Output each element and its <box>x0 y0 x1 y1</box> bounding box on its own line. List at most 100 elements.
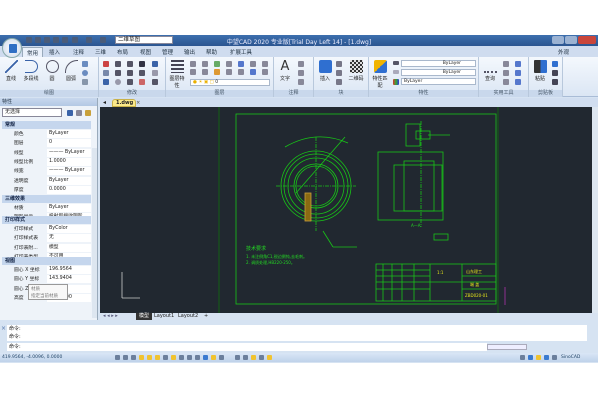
workspace-icon[interactable] <box>211 355 216 360</box>
layer-tool-icon[interactable] <box>190 61 196 67</box>
polar-icon[interactable] <box>139 355 144 360</box>
util-icon[interactable] <box>515 70 521 76</box>
util-icon[interactable] <box>515 61 521 67</box>
comm-icon[interactable] <box>544 355 549 360</box>
block-attr-icon[interactable] <box>336 79 342 85</box>
lock-icon[interactable] <box>528 355 533 360</box>
property-value[interactable]: 模型 <box>47 243 91 252</box>
document-tab[interactable]: 1.dwg × <box>112 99 140 107</box>
layer-tool-icon[interactable] <box>262 61 268 67</box>
erase-icon[interactable] <box>103 61 109 67</box>
section-general[interactable]: 常规 <box>2 121 91 129</box>
quick-select-icon[interactable] <box>85 110 91 116</box>
layer-tool-icon[interactable] <box>202 61 208 67</box>
insert-block-button[interactable]: 插入 <box>316 60 334 82</box>
tab-scroll-left-icon[interactable]: ◂ <box>103 99 106 106</box>
select-objects-icon[interactable] <box>76 110 82 116</box>
paste-button[interactable]: 粘贴 <box>531 60 549 82</box>
property-row[interactable]: 颜色 ByLayer <box>2 130 91 139</box>
property-value[interactable]: ——— ByLayer <box>47 167 91 176</box>
property-value[interactable]: ByLayer <box>47 176 91 185</box>
properties-scrollbar[interactable] <box>92 148 97 318</box>
annotation-scale-icon[interactable] <box>219 355 224 360</box>
lock-ui-icon[interactable] <box>251 355 256 360</box>
layer-tool-icon[interactable] <box>262 69 268 75</box>
copy-icon[interactable] <box>552 79 558 85</box>
linetype-select[interactable]: ByLayer <box>401 60 476 67</box>
layer-tool-icon[interactable] <box>190 69 196 75</box>
layer-select[interactable]: ● ☀ ▣ □ 0 <box>190 79 270 86</box>
polyline-button[interactable]: 多段线 <box>22 60 40 82</box>
color-select[interactable]: ByLayer <box>401 78 476 85</box>
scale-icon[interactable] <box>127 70 133 76</box>
property-value[interactable]: ByColor <box>47 225 91 233</box>
settings-icon[interactable] <box>100 37 106 43</box>
property-row[interactable]: 线型 ——— ByLayer <box>2 148 91 158</box>
property-row[interactable]: 厚度 0.0000 <box>2 185 91 195</box>
property-row[interactable]: 打印样式表 无 <box>2 234 91 243</box>
property-value[interactable]: 143.9404 <box>47 275 91 284</box>
tpy-icon[interactable] <box>179 355 184 360</box>
layer-tool-icon[interactable] <box>214 61 220 67</box>
section-three-d[interactable]: 三维效果 <box>2 195 91 203</box>
property-row[interactable]: 图层 0 <box>2 139 91 148</box>
minimize-button[interactable] <box>552 36 564 44</box>
rectangle-icon[interactable] <box>82 79 88 85</box>
property-value[interactable]: ——— ByLayer <box>47 148 91 157</box>
util-icon[interactable] <box>503 61 509 67</box>
undo-icon[interactable] <box>72 37 78 43</box>
snap-icon[interactable] <box>115 355 120 360</box>
tab-layout1[interactable]: Layout1 <box>154 313 174 320</box>
otrack-icon[interactable] <box>155 355 160 360</box>
command-input[interactable]: 命令: <box>7 343 487 351</box>
fillet-icon[interactable] <box>139 70 145 76</box>
tab-manage[interactable]: 管理 <box>162 48 173 56</box>
property-row[interactable]: 线型比例 1.0000 <box>2 157 91 167</box>
property-row[interactable]: 圆心 X 坐标 196.9564 <box>2 266 91 275</box>
sc-icon[interactable] <box>195 355 200 360</box>
app-menu-button[interactable] <box>2 38 22 58</box>
layer-tool-icon[interactable] <box>226 61 232 67</box>
array-icon[interactable] <box>139 61 145 67</box>
layer-tool-icon[interactable] <box>226 69 232 75</box>
measure-button[interactable]: 查询 <box>481 60 499 82</box>
settings-icon[interactable] <box>520 355 525 360</box>
close-command-icon[interactable]: × <box>1 325 6 332</box>
offset-icon[interactable] <box>115 70 121 76</box>
property-row[interactable]: 打印样式 ByColor <box>2 225 91 234</box>
explode-icon[interactable] <box>152 79 158 85</box>
util-icon[interactable] <box>503 79 509 85</box>
property-row[interactable]: 打印表附... 模型 <box>2 243 91 253</box>
property-row[interactable]: 线宽 ——— ByLayer <box>2 167 91 176</box>
layer-tool-icon[interactable] <box>238 69 244 75</box>
cut-icon[interactable] <box>552 70 558 76</box>
property-row[interactable]: 圆心 Y 坐标 143.9404 <box>2 275 91 284</box>
layer-tool-icon[interactable] <box>214 69 220 75</box>
tab-model[interactable]: 模型 <box>136 313 153 320</box>
tab-extensions[interactable]: 扩展工具 <box>230 48 252 56</box>
align-icon[interactable] <box>152 61 158 67</box>
block-create-icon[interactable] <box>336 70 342 76</box>
zoom-icon[interactable] <box>203 355 208 360</box>
section-view[interactable]: 视图 <box>2 257 91 265</box>
redo-icon[interactable] <box>86 37 92 43</box>
hatch-icon[interactable] <box>82 61 88 67</box>
tab-output[interactable]: 输出 <box>184 48 195 56</box>
lineweight-toggle-icon[interactable] <box>171 355 176 360</box>
util-icon[interactable] <box>515 79 521 85</box>
layer-tool-icon[interactable] <box>202 69 208 75</box>
stretch-icon[interactable] <box>103 70 109 76</box>
rotate-icon[interactable] <box>115 79 121 85</box>
table-icon[interactable] <box>298 79 304 85</box>
save-icon[interactable] <box>44 37 50 43</box>
osnap-icon[interactable] <box>147 355 152 360</box>
bulb-icon[interactable] <box>536 355 541 360</box>
close-button[interactable] <box>578 36 596 44</box>
tab-layout2[interactable]: Layout2 <box>178 313 198 320</box>
hardware-icon[interactable] <box>267 355 272 360</box>
layer-tool-icon[interactable] <box>250 69 256 75</box>
tab-3d[interactable]: 三维 <box>95 48 106 56</box>
copy-icon[interactable] <box>115 61 121 67</box>
property-row[interactable]: 材质 ByLayer <box>2 204 91 213</box>
tab-insert[interactable]: 插入 <box>49 48 60 56</box>
